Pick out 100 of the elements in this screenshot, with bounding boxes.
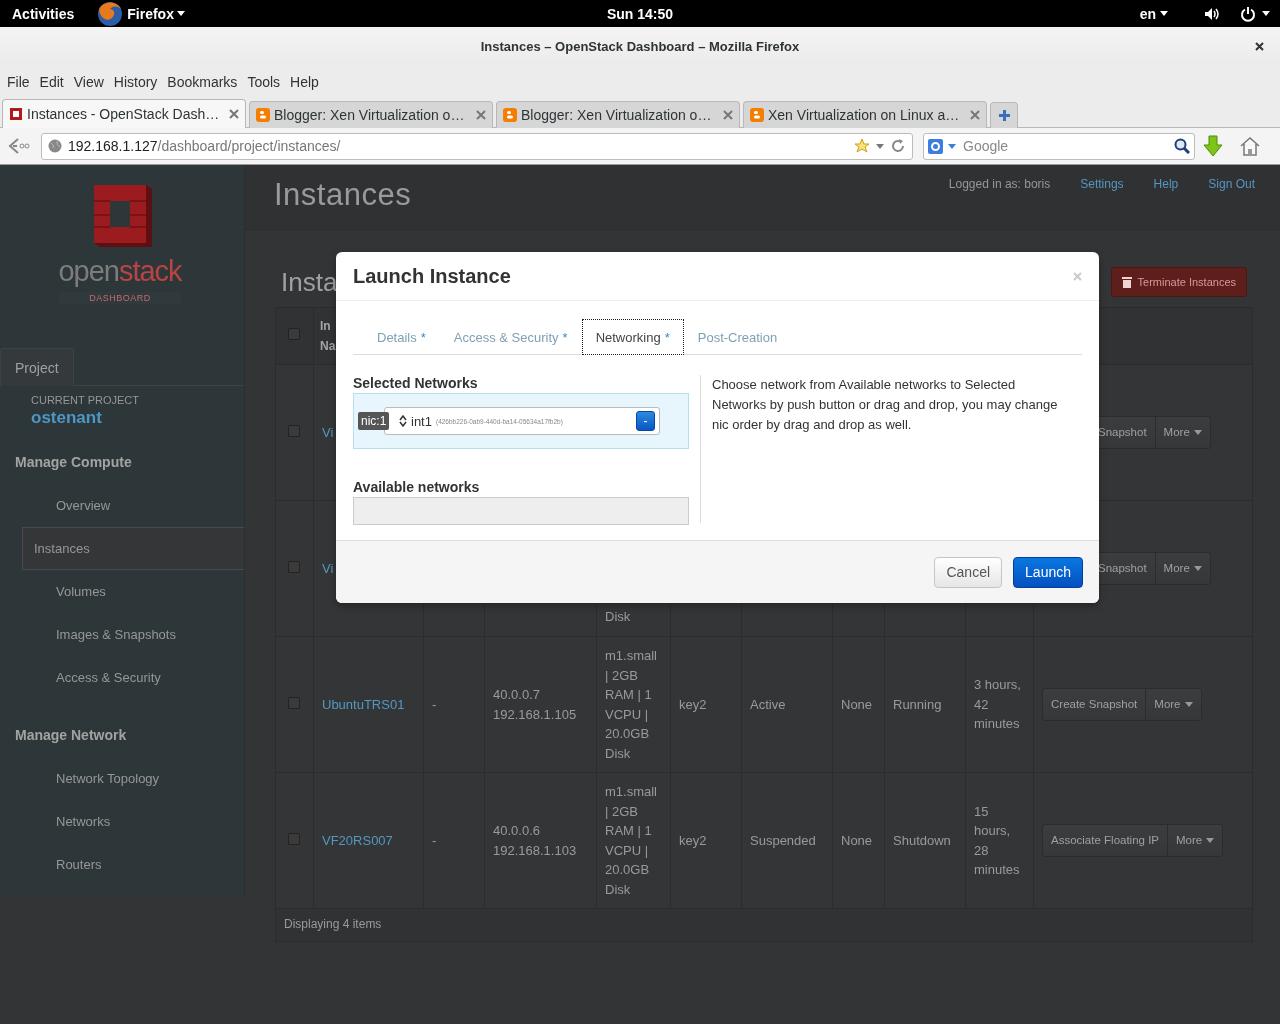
- menu-item[interactable]: Bookmarks: [162, 73, 243, 90]
- home-icon[interactable]: [1239, 136, 1261, 156]
- more-button[interactable]: More: [1154, 416, 1210, 449]
- menu-item[interactable]: Edit: [34, 73, 69, 90]
- browser-tab[interactable]: Instances - OpenStack Dash…: [2, 99, 246, 128]
- sidebar-item[interactable]: Overview: [22, 484, 244, 527]
- more-button[interactable]: More: [1145, 688, 1201, 721]
- table-cell: m1.small | 2GB RAM | 1 VCPU | 20.0GB Disk: [605, 784, 657, 897]
- caret-icon: [1262, 11, 1270, 16]
- caret-icon: [948, 143, 956, 149]
- menu-item[interactable]: File: [2, 73, 35, 90]
- caret-icon: [1206, 838, 1215, 843]
- volume-icon[interactable]: [1204, 6, 1220, 21]
- cancel-button[interactable]: Cancel: [934, 556, 1003, 588]
- search-box[interactable]: Google: [923, 132, 1195, 160]
- sidebar-tab[interactable]: Project: [0, 348, 74, 386]
- more-button[interactable]: More: [1154, 552, 1210, 585]
- network-name: int1: [411, 413, 432, 429]
- browser-tab[interactable]: Blogger: Xen Virtualization o…: [249, 101, 493, 128]
- sidebar-item[interactable]: Routers: [22, 843, 244, 886]
- table-cell: Active: [750, 696, 786, 712]
- action-button[interactable]: Snapshot: [1098, 416, 1155, 449]
- caret-icon: [1184, 702, 1193, 707]
- table-cell: 15 hours, 28 minutes: [974, 803, 1020, 877]
- sidebar-item[interactable]: Network Topology: [22, 757, 244, 800]
- checkbox[interactable]: [288, 560, 300, 573]
- google-engine-icon[interactable]: [928, 138, 943, 154]
- table-cell: key2: [679, 832, 707, 848]
- table-cell: m1.small | 2GB RAM | 1 VCPU | 20.0GB Disk: [605, 648, 657, 761]
- search-icon[interactable]: [1174, 138, 1190, 154]
- activities-button[interactable]: Activities: [12, 5, 75, 22]
- header-link[interactable]: Settings: [1080, 177, 1124, 191]
- caret-icon: [876, 143, 884, 149]
- table-cell-text: 40.0.0.7: [493, 686, 541, 704]
- modal-tab[interactable]: Networking *: [581, 319, 684, 355]
- favicon-icon: [9, 107, 23, 121]
- checkbox[interactable]: [288, 832, 300, 845]
- launch-button[interactable]: Launch: [1013, 556, 1083, 588]
- instance-link[interactable]: VF20RS007: [322, 832, 393, 848]
- star-icon[interactable]: [854, 138, 870, 154]
- browser-tab[interactable]: Xen Virtualization on Linux a…: [743, 101, 987, 128]
- favicon-icon: [256, 108, 270, 122]
- instance-link[interactable]: Vi: [322, 560, 334, 576]
- favicon-icon: [503, 108, 517, 122]
- search-field[interactable]: Google: [961, 137, 1169, 155]
- modal-tab[interactable]: Details *: [363, 319, 440, 355]
- terminate-button[interactable]: Terminate Instances: [1110, 267, 1247, 297]
- modal-tab[interactable]: Access & Security *: [439, 319, 582, 355]
- instance-link[interactable]: Vi: [322, 424, 334, 440]
- menu-item[interactable]: Help: [285, 73, 324, 90]
- table-cell-text: 40.0.0.6: [493, 822, 541, 840]
- download-arrow-icon[interactable]: [1203, 135, 1223, 157]
- modal-title: Launch Instance: [353, 264, 511, 288]
- instance-link[interactable]: UbuntuTRS01: [322, 696, 405, 712]
- help-text: Choose network from Available networks to Selected Networks by push button or drag and drop, you may change nic order by drag and drop as well.: [712, 376, 1058, 434]
- action-button[interactable]: Snapshot: [1098, 552, 1155, 585]
- menu-item[interactable]: Tools: [242, 73, 286, 90]
- more-button[interactable]: More: [1167, 824, 1223, 857]
- power-icon[interactable]: [1240, 5, 1256, 22]
- checkbox[interactable]: [288, 328, 300, 340]
- sidebar-item[interactable]: Images & Snapshots: [22, 613, 244, 656]
- table-cell-text: 192.168.1.103: [493, 841, 578, 860]
- sidebar-item[interactable]: Instances: [22, 527, 244, 570]
- caret-icon: [1193, 566, 1202, 571]
- sidebar-item[interactable]: Networks: [22, 800, 244, 843]
- header-link[interactable]: Help: [1153, 177, 1179, 191]
- checkbox[interactable]: [288, 424, 300, 437]
- sidebar-item[interactable]: Volumes: [22, 570, 244, 613]
- table-cell: -: [432, 832, 437, 848]
- table-cell: 3 hours, 42 minutes: [974, 677, 1021, 732]
- section-title: Insta: [281, 266, 338, 298]
- globe-icon: [48, 139, 62, 153]
- remove-network-button[interactable]: -: [636, 411, 655, 431]
- modal-tab[interactable]: Post-Creation: [683, 319, 792, 355]
- menu-item[interactable]: View: [68, 73, 109, 90]
- back-arrow-icon[interactable]: [6, 136, 30, 156]
- menu-item[interactable]: History: [108, 73, 163, 90]
- new-tab-button[interactable]: [990, 102, 1018, 128]
- sidebar-item[interactable]: Access & Security: [22, 656, 244, 699]
- caret-icon: [1160, 11, 1168, 16]
- address-field[interactable]: 192.168.1.127/dashboard/project/instances/: [41, 132, 913, 160]
- favicon-icon: [750, 108, 764, 122]
- current-project-name[interactable]: ostenant: [31, 408, 102, 428]
- keyboard-layout-menu[interactable]: en: [1139, 5, 1168, 22]
- close-icon[interactable]: [1255, 42, 1264, 51]
- app-menu[interactable]: Firefox: [96, 0, 185, 27]
- table-cell: Suspended: [750, 832, 816, 848]
- page-title: Instances: [274, 177, 412, 213]
- checkbox[interactable]: [288, 696, 300, 709]
- header-link[interactable]: Sign Out: [1208, 177, 1255, 191]
- clock-text[interactable]: Sun 14:50: [606, 5, 674, 22]
- nav-section-title: Manage Network: [15, 727, 128, 743]
- reload-icon[interactable]: [890, 138, 906, 154]
- table-cell: Running: [893, 696, 942, 712]
- browser-tab[interactable]: Blogger: Xen Virtualization o…: [496, 101, 740, 128]
- table-cell: -: [432, 696, 437, 712]
- table-footer-text: Displaying 4 items: [284, 917, 382, 932]
- action-button[interactable]: Associate Floating IP: [1043, 824, 1168, 857]
- action-button[interactable]: Create Snapshot: [1043, 688, 1146, 721]
- trash-icon: [1121, 276, 1132, 288]
